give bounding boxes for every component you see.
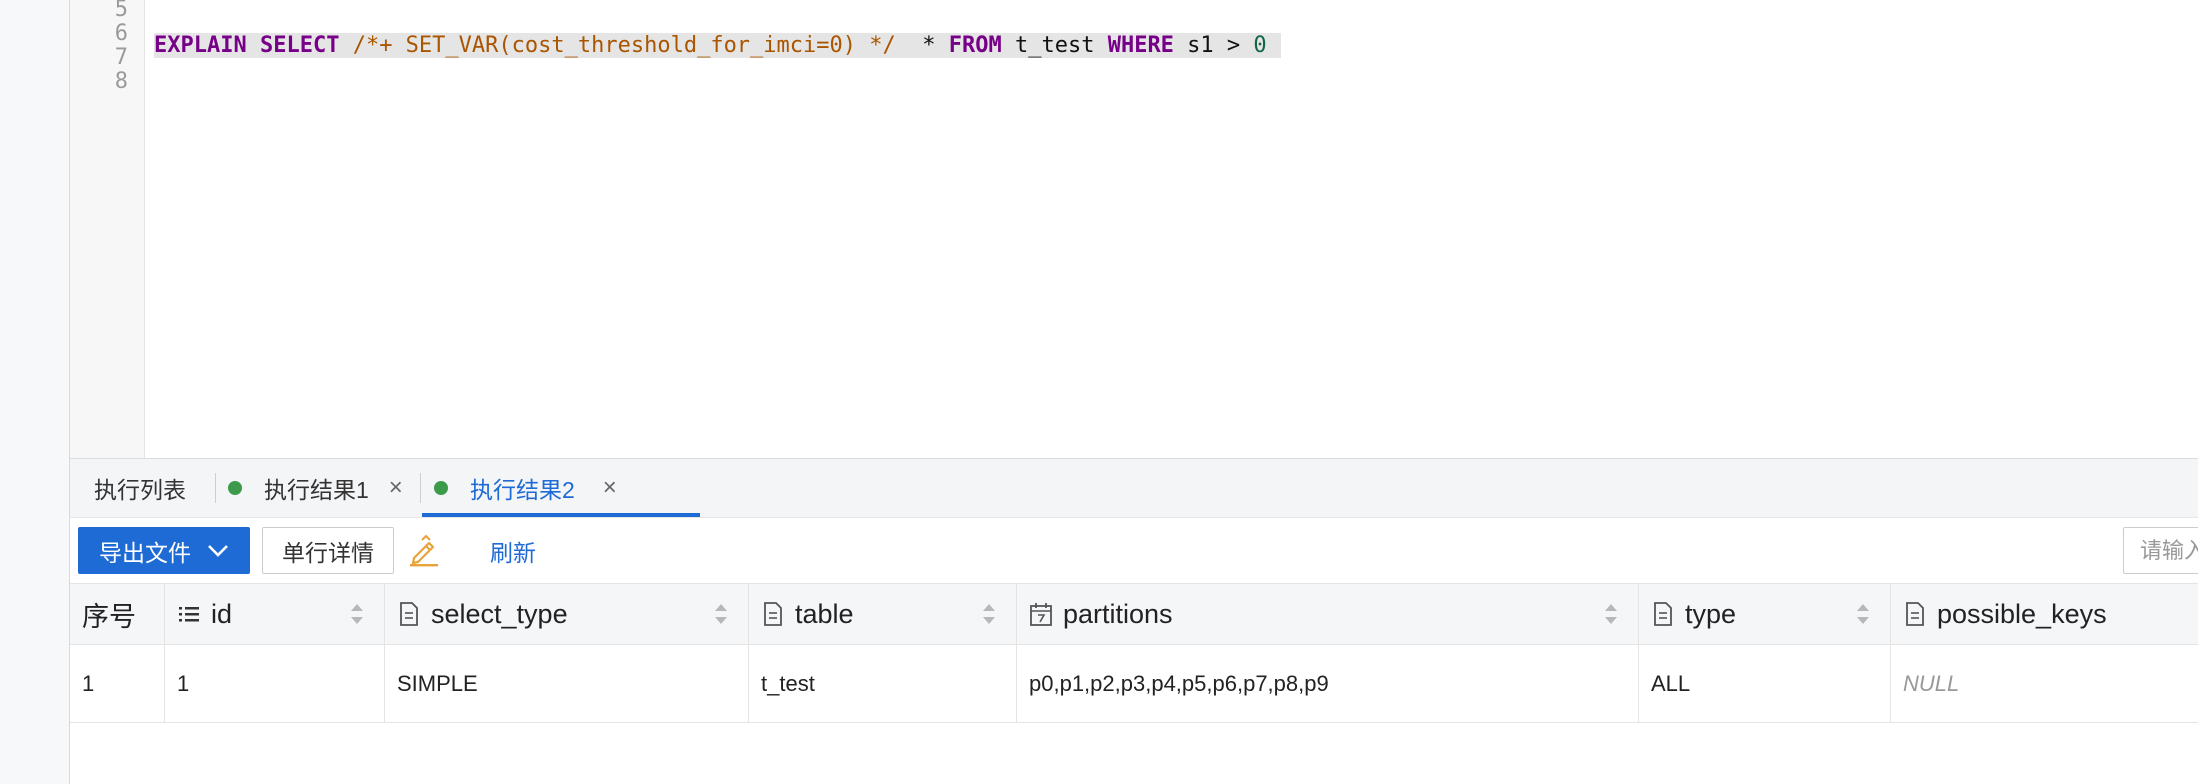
column-header-label: id xyxy=(211,598,233,629)
column-header-label: type xyxy=(1685,598,1737,629)
table-cell: SIMPLE xyxy=(385,645,749,722)
line-number: 8 xyxy=(114,69,128,94)
export-file-label: 导出文件 xyxy=(99,539,191,566)
tab-label: 执行结果1 xyxy=(264,477,369,503)
line-number: 6 xyxy=(114,21,128,46)
tab-divider xyxy=(420,473,421,503)
tab-result-1[interactable]: 执行结果1 × xyxy=(228,459,403,517)
export-file-button[interactable]: 导出文件 xyxy=(78,527,250,574)
sql-keyword: EXPLAIN xyxy=(154,33,247,58)
column-header-label: possible_keys xyxy=(1937,598,2107,629)
tab-label: 执行结果2 xyxy=(470,477,575,503)
search-input[interactable] xyxy=(2123,527,2198,574)
row-detail-button[interactable]: 单行详情 xyxy=(262,527,394,574)
close-icon[interactable]: × xyxy=(389,474,403,502)
column-header-index: 序号 xyxy=(70,584,165,644)
column-header-label: select_type xyxy=(431,598,568,629)
selected-code: EXPLAIN SELECT /*+ SET_VAR(cost_threshol… xyxy=(154,33,1281,58)
line-number-gutter: 5 6 7 8 xyxy=(70,0,145,458)
document-icon xyxy=(400,602,418,626)
table-cell: ALL xyxy=(1639,645,1891,722)
column-header-possible-keys[interactable]: possible_keys xyxy=(1891,584,2198,644)
sql-hint-comment: /*+ SET_VAR(cost_threshold_for_imci=0) *… xyxy=(352,33,896,58)
sql-editor[interactable]: 5 6 7 8 EXPLAIN SELECT /*+ SET_VAR(cost_… xyxy=(70,0,2198,458)
refresh-button[interactable]: 刷新 xyxy=(490,527,536,574)
close-icon[interactable]: × xyxy=(603,474,617,502)
column-header-label: partitions xyxy=(1063,598,1173,629)
status-dot-icon xyxy=(228,481,242,495)
column-header-table[interactable]: table xyxy=(749,584,1017,644)
app-root: 5 6 7 8 EXPLAIN SELECT /*+ SET_VAR(cost_… xyxy=(0,0,2198,784)
sql-number: 0 xyxy=(1253,33,1267,58)
column-header-id[interactable]: id xyxy=(165,584,385,644)
table-row[interactable]: 1 1 SIMPLE t_test p0,p1,p2,p3,p4,p5,p6,p… xyxy=(70,645,2198,723)
line-number: 7 xyxy=(114,45,128,70)
sql-keyword: WHERE xyxy=(1107,33,1174,58)
sort-icon[interactable] xyxy=(1604,601,1618,627)
sql-keyword: SELECT xyxy=(259,33,340,58)
sort-icon[interactable] xyxy=(350,601,364,627)
code-text: s1 > xyxy=(1173,33,1254,58)
sql-keyword: FROM xyxy=(948,33,1002,58)
table-header-row: 序号 id select_type table partitions type … xyxy=(70,583,2198,645)
left-sidebar-strip xyxy=(0,0,70,784)
status-dot-icon xyxy=(434,481,448,495)
column-header-select-type[interactable]: select_type xyxy=(385,584,749,644)
result-tabbar: 执行列表 执行结果1 × 执行结果2 × xyxy=(70,459,2198,518)
sort-icon[interactable] xyxy=(714,601,728,627)
chevron-down-icon xyxy=(208,544,228,557)
table-cell: t_test xyxy=(749,645,1017,722)
refresh-label: 刷新 xyxy=(490,539,536,566)
column-header-type[interactable]: type xyxy=(1639,584,1891,644)
table-cell: 1 xyxy=(165,645,385,722)
table-cell-null: NULL xyxy=(1903,670,1960,696)
column-header-partitions[interactable]: partitions xyxy=(1017,584,1639,644)
table-cell: p0,p1,p2,p3,p4,p5,p6,p7,p8,p9 xyxy=(1017,645,1639,722)
sort-icon[interactable] xyxy=(1856,601,1870,627)
document-icon xyxy=(764,602,782,626)
code-line-7[interactable]: EXPLAIN SELECT /*+ SET_VAR(cost_threshol… xyxy=(154,33,1281,58)
calendar-icon xyxy=(1030,603,1052,626)
column-header-label: 序号 xyxy=(82,601,136,632)
edit-icon[interactable] xyxy=(407,533,441,567)
column-header-label: table xyxy=(795,598,854,629)
list-icon xyxy=(179,607,199,622)
code-text: t_test xyxy=(1001,33,1108,58)
document-icon xyxy=(1906,602,1924,626)
results-panel: 执行列表 执行结果1 × 执行结果2 × 导出文件 单行详情 刷新 请输入 序号… xyxy=(70,458,2198,784)
line-number: 5 xyxy=(114,0,128,22)
row-detail-label: 单行详情 xyxy=(282,539,374,566)
code-text: * xyxy=(895,33,949,58)
result-grid: 序号 id select_type table partitions type … xyxy=(70,583,2198,784)
active-tab-indicator xyxy=(422,513,700,517)
tab-result-2[interactable]: 执行结果2 × xyxy=(422,459,700,517)
tab-divider xyxy=(215,473,216,503)
tab-execution-list[interactable]: 执行列表 xyxy=(94,459,186,517)
document-icon xyxy=(1654,602,1672,626)
table-cell: 1 xyxy=(70,645,165,722)
tab-label: 执行列表 xyxy=(94,477,186,503)
sort-icon[interactable] xyxy=(982,601,996,627)
